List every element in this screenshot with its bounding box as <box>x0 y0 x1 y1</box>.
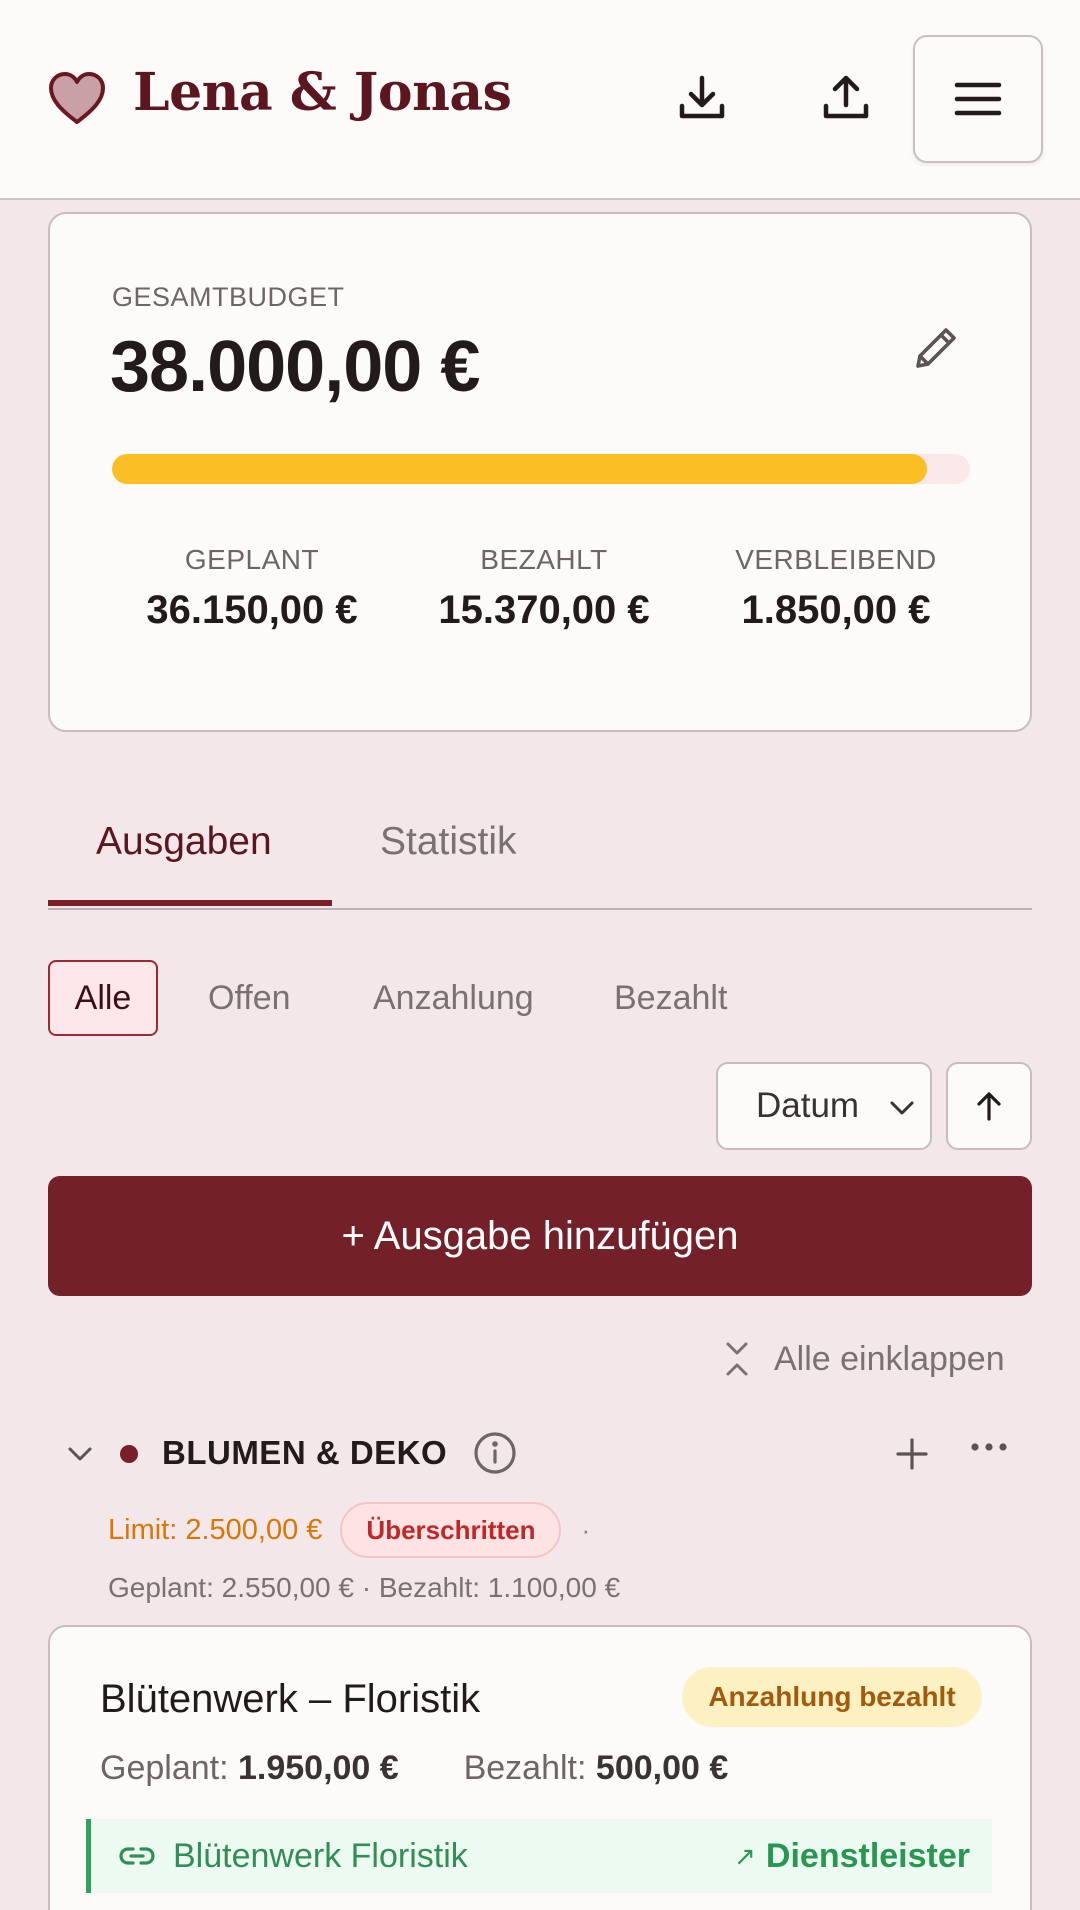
sort-select[interactable]: Datum <box>716 1062 932 1150</box>
sort-value: Datum <box>756 1086 860 1125</box>
more-icon[interactable] <box>966 1430 1012 1470</box>
budget-progress-fill <box>112 454 928 484</box>
arrow-up-icon <box>977 1092 1001 1121</box>
collapse-all-button[interactable]: Alle einklappen <box>720 1334 1005 1384</box>
tab-statistics[interactable]: Statistik <box>380 820 517 864</box>
stat-value: 1.850,00 € <box>741 588 931 632</box>
status-badge: Anzahlung bezahlt <box>682 1667 982 1727</box>
stat-paid: BEZAHLT 15.370,00 € <box>404 544 684 633</box>
chevron-down-icon <box>890 1101 914 1115</box>
heart-icon <box>49 72 105 124</box>
vendor-link-row[interactable]: Blütenwerk Floristik ↗ Dienstleister <box>86 1819 992 1893</box>
category-name: BLUMEN & DEKO <box>162 1434 448 1471</box>
budget-card: GESAMTBUDGET 38.000,00 € GEPLANT 36.150,… <box>48 212 1032 732</box>
menu-icon <box>954 82 1002 116</box>
vendor-name: Blütenwerk Floristik <box>173 1836 468 1875</box>
stat-label: VERBLEIBEND <box>735 544 937 575</box>
stat-value: 15.370,00 € <box>438 588 650 632</box>
category-color-dot <box>120 1445 138 1463</box>
expense-title: Blütenwerk – Floristik <box>100 1677 481 1721</box>
expense-amounts: Geplant: 1.950,00 € Bezahlt: 500,00 € <box>100 1749 728 1788</box>
category-limit-row: Limit: 2.500,00 € Überschritten · <box>108 1502 590 1558</box>
vendor-action-label: Dienstleister <box>765 1837 970 1875</box>
collapse-all-label: Alle einklappen <box>774 1339 1005 1378</box>
over-budget-badge: Überschritten <box>340 1502 562 1558</box>
edit-budget-icon[interactable] <box>908 320 964 376</box>
app-title: Lena & Jonas <box>133 62 512 123</box>
budget-label: GESAMTBUDGET <box>112 282 345 312</box>
filter-deposit[interactable]: Anzahlung <box>373 960 534 1036</box>
upload-icon <box>823 75 869 119</box>
paid-value: 500,00 € <box>595 1749 729 1787</box>
stat-label: BEZAHLT <box>480 544 608 575</box>
external-arrow-icon: ↗ <box>734 1841 756 1871</box>
planned-value: 1.950,00 € <box>237 1749 399 1787</box>
chevron-down-icon[interactable] <box>62 1436 98 1472</box>
app-header: Lena & Jonas <box>0 0 1080 200</box>
upload-button[interactable] <box>818 70 874 126</box>
active-tab-indicator <box>48 900 332 906</box>
link-icon <box>119 1847 155 1865</box>
budget-progress-bar <box>112 454 970 484</box>
category-header: BLUMEN & DEKO <box>48 1424 1032 1484</box>
download-button[interactable] <box>674 70 730 126</box>
collapse-icon <box>726 1342 748 1376</box>
stat-remaining: VERBLEIBEND 1.850,00 € <box>696 544 976 633</box>
filter-paid[interactable]: Bezahlt <box>614 960 727 1036</box>
plus-icon[interactable] <box>890 1432 934 1476</box>
budget-amount: 38.000,00 € <box>110 327 480 407</box>
view-tabs: Ausgaben Statistik <box>48 780 1032 910</box>
limit-separator: · <box>581 1514 591 1545</box>
stat-label: GEPLANT <box>184 544 320 575</box>
stat-value: 36.150,00 € <box>146 588 358 632</box>
download-icon <box>679 75 725 119</box>
vendor-link[interactable]: ↗ Dienstleister <box>734 1837 970 1876</box>
expense-card[interactable]: Blütenwerk – Floristik Anzahlung bezahlt… <box>48 1625 1032 1910</box>
filter-open[interactable]: Offen <box>208 960 291 1036</box>
add-expense-button[interactable]: + Ausgabe hinzufügen <box>48 1176 1032 1296</box>
category-limit: Limit: 2.500,00 € <box>108 1513 323 1546</box>
filter-all[interactable]: Alle <box>48 960 158 1036</box>
stat-planned: GEPLANT 36.150,00 € <box>112 544 392 633</box>
sort-direction-button[interactable] <box>946 1062 1032 1150</box>
info-icon[interactable] <box>472 1430 518 1476</box>
category-summary: Geplant: 2.550,00 € · Bezahlt: 1.100,00 … <box>108 1572 621 1603</box>
paid-label: Bezahlt: <box>463 1749 587 1787</box>
menu-button[interactable] <box>913 35 1043 163</box>
tab-expenses[interactable]: Ausgaben <box>96 820 272 864</box>
planned-label: Geplant: <box>100 1749 229 1787</box>
